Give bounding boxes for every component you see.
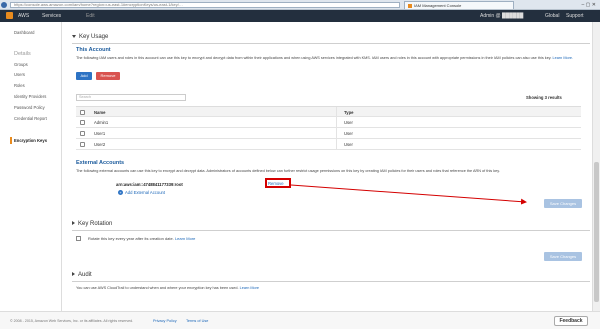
learn-more-link[interactable]: Learn More	[175, 236, 195, 241]
audit-description: You can use AWS CloudTrail to understand…	[76, 286, 260, 290]
section-title: Audit	[78, 272, 92, 278]
divider	[72, 281, 590, 282]
divider	[72, 230, 590, 231]
annotation-arrow-icon	[290, 184, 527, 205]
learn-more-link[interactable]: Learn More	[240, 286, 259, 290]
privacy-policy-link[interactable]: Privacy Policy	[153, 319, 177, 323]
copyright-text: © 2008 - 2015, Amazon Web Services, Inc.…	[10, 319, 134, 323]
key-rotation-header[interactable]: Key Rotation	[72, 221, 112, 227]
rotate-key-label: Rotate this key every year after its cre…	[88, 236, 196, 241]
footer: © 2008 - 2015, Amazon Web Services, Inc.…	[0, 311, 600, 329]
caret-right-icon	[72, 272, 75, 277]
feedback-button[interactable]: Feedback	[554, 316, 588, 326]
terms-of-use-link[interactable]: Terms of Use	[186, 319, 208, 323]
section-title: Key Rotation	[78, 221, 113, 227]
scrollbar-thumb[interactable]	[594, 162, 599, 302]
rotate-key-checkbox[interactable]	[76, 236, 81, 241]
audit-header[interactable]: Audit	[72, 272, 92, 278]
scrollbar[interactable]	[592, 22, 600, 319]
caret-right-icon	[72, 221, 75, 226]
save-changes-button[interactable]: Save Changes	[544, 252, 582, 261]
